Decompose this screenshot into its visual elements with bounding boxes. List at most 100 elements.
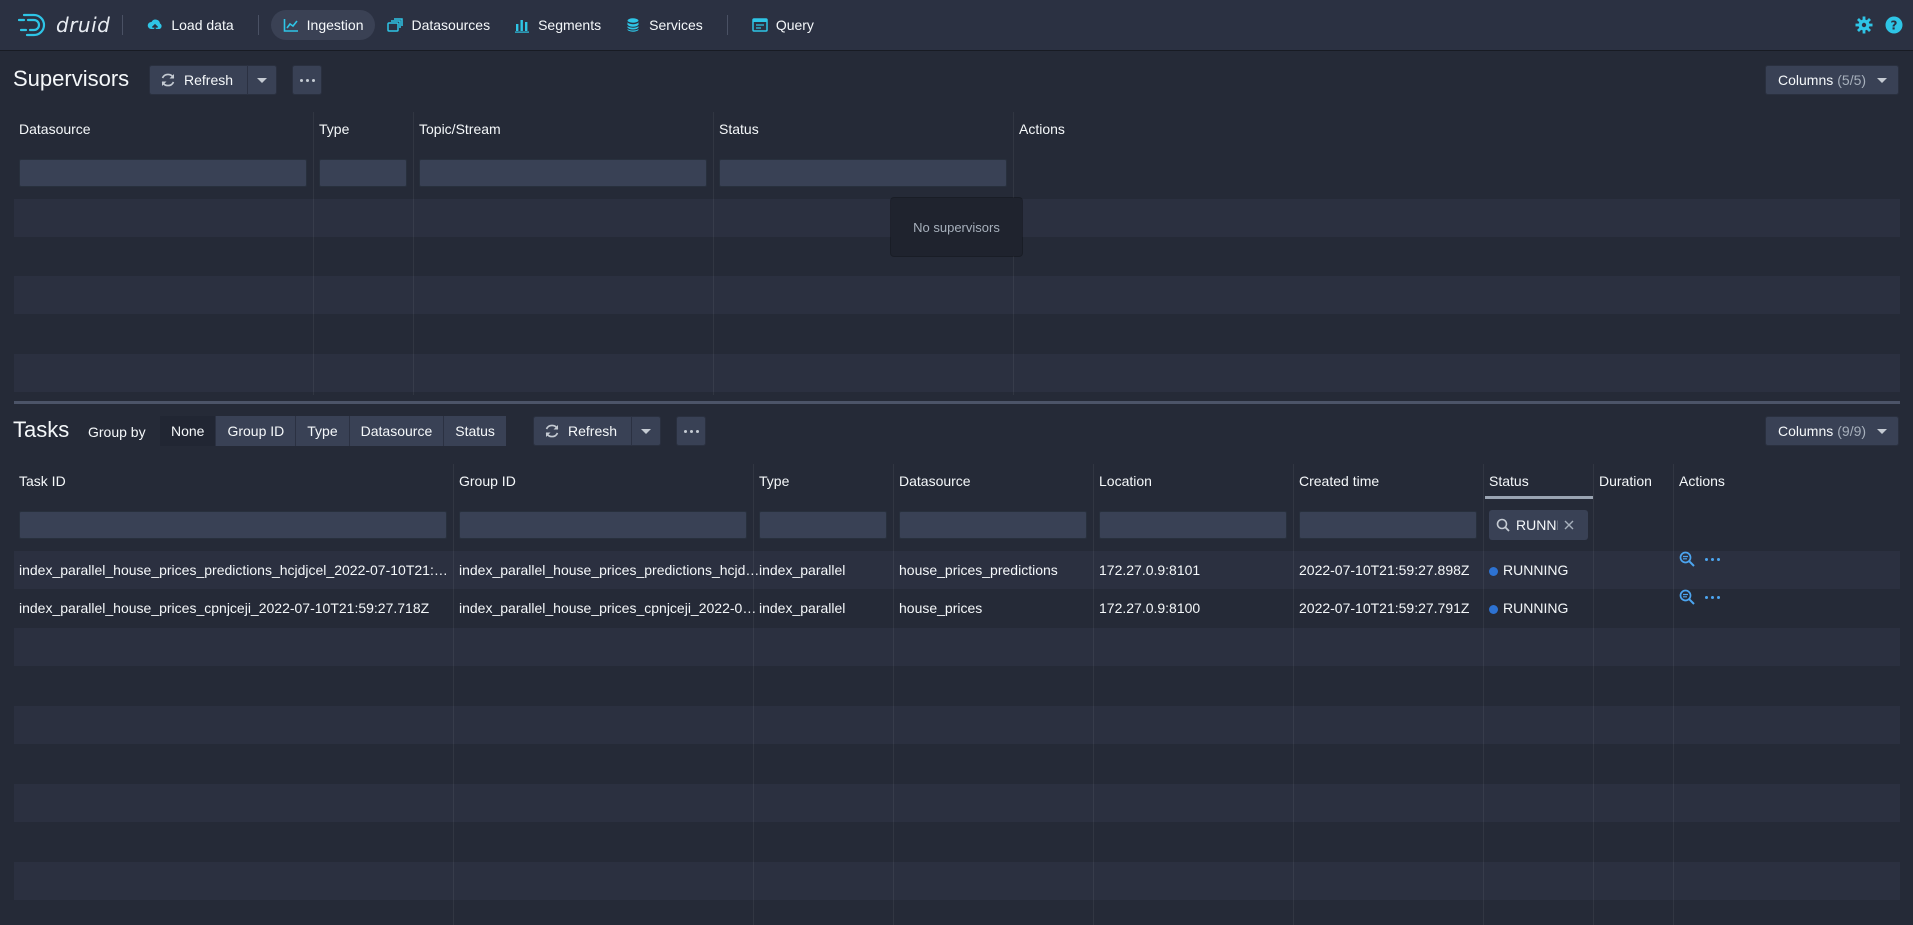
supervisors-refresh-dropdown[interactable] [248, 65, 275, 95]
created-time-cell: 2022-07-10T21:59:27.898Z [1299, 562, 1470, 578]
nav-right-tools: ? [1855, 0, 1903, 50]
search-template-icon[interactable] [1679, 551, 1695, 567]
filter-datasource-input[interactable] [19, 159, 307, 187]
nav-divider [257, 15, 259, 35]
tasks-columns-label: Columns [1778, 423, 1834, 439]
logo-text: druid [56, 13, 111, 37]
filter-location-input[interactable] [1099, 511, 1287, 539]
table-row[interactable]: index_parallel_house_prices_cpnjceji_202… [14, 589, 1900, 627]
tasks-columns-button[interactable]: Columns (9/9) [1765, 416, 1899, 446]
supervisors-more-button[interactable] [292, 65, 322, 95]
filter-created-time-input[interactable] [1299, 511, 1477, 539]
col-header-task-id[interactable]: Task ID [19, 473, 66, 489]
nav-ingestion[interactable]: Ingestion [270, 10, 376, 40]
nav-ingestion-label: Ingestion [306, 17, 364, 33]
caret-down-icon [1877, 428, 1888, 434]
multi-select-icon [387, 18, 404, 32]
group-by-datasource[interactable]: Datasource [348, 416, 444, 446]
nav-datasources[interactable]: Datasources [375, 10, 502, 40]
empty-row [14, 315, 1900, 353]
empty-row [14, 628, 1900, 666]
col-header-status[interactable]: Status [719, 121, 759, 137]
empty-row [14, 784, 1900, 822]
filter-topic-input[interactable] [419, 159, 707, 187]
nav-load-data-label: Load data [171, 17, 234, 33]
task-id-cell[interactable]: index_parallel_house_prices_cpnjceji_202… [19, 589, 449, 627]
filter-type-input[interactable] [319, 159, 407, 187]
section-splitter[interactable] [14, 401, 1900, 404]
group-by-label: Group by [88, 424, 146, 440]
table-row[interactable]: index_parallel_house_prices_predictions_… [14, 551, 1900, 589]
tasks-refresh-dropdown[interactable] [632, 416, 659, 446]
search-icon [1496, 518, 1510, 532]
tasks-refresh-button[interactable]: Refresh [533, 416, 631, 446]
caret-down-icon [256, 77, 267, 83]
filter-task-id-input[interactable] [19, 511, 447, 539]
more-icon [683, 429, 699, 433]
empty-row [14, 823, 1900, 861]
filter-group-id-input[interactable] [459, 511, 747, 539]
datasource-cell[interactable]: house_prices_predictions [899, 551, 1089, 589]
filter-type-input[interactable] [759, 511, 887, 539]
supervisors-refresh-button[interactable]: Refresh [149, 65, 247, 95]
more-actions-icon[interactable] [1705, 557, 1720, 561]
column-divider [1093, 464, 1094, 925]
supervisors-refresh-button-group: Refresh [149, 65, 277, 95]
filter-status-input[interactable]: RUNNING [1489, 510, 1588, 540]
filter-status-input[interactable] [719, 159, 1007, 187]
tasks-more-button[interactable] [676, 416, 706, 446]
nav-query[interactable]: Query [740, 10, 826, 40]
filter-datasource-input[interactable] [899, 511, 1087, 539]
more-actions-icon[interactable] [1705, 595, 1720, 599]
supervisors-columns-button[interactable]: Columns (5/5) [1765, 65, 1899, 95]
tasks-title: Tasks [13, 417, 70, 442]
refresh-icon [545, 424, 559, 438]
col-header-topic-stream[interactable]: Topic/Stream [419, 121, 501, 137]
druid-logo-icon [18, 13, 46, 37]
nav-segments[interactable]: Segments [502, 10, 613, 40]
column-divider [893, 464, 894, 925]
group-by-group-id[interactable]: Group ID [215, 416, 296, 446]
supervisors-refresh-label: Refresh [184, 72, 234, 88]
nav-services[interactable]: Services [613, 10, 715, 40]
col-header-created-time[interactable]: Created time [1299, 473, 1379, 489]
type-cell: index_parallel [759, 562, 846, 578]
task-id-cell[interactable]: index_parallel_house_prices_predictions_… [19, 551, 449, 589]
group-id-cell[interactable]: index_parallel_house_prices_cpnjceji_202… [459, 589, 761, 627]
col-header-type[interactable]: Type [319, 121, 349, 137]
col-header-duration[interactable]: Duration [1599, 473, 1652, 489]
group-by-type[interactable]: Type [295, 416, 349, 446]
col-header-group-id[interactable]: Group ID [459, 473, 516, 489]
help-icon[interactable]: ? [1885, 16, 1903, 34]
column-divider [453, 464, 454, 925]
col-header-datasource[interactable]: Datasource [899, 473, 971, 489]
bar-chart-icon [515, 20, 530, 33]
nav-load-data[interactable]: Load data [135, 10, 245, 40]
nav-divider [122, 15, 124, 35]
group-id-cell[interactable]: index_parallel_house_prices_predictions_… [459, 551, 761, 589]
status-text: RUNNING [1503, 600, 1569, 616]
nav-divider [726, 15, 728, 35]
clear-icon[interactable] [1564, 520, 1574, 530]
col-header-location[interactable]: Location [1099, 473, 1152, 489]
col-header-status[interactable]: Status [1489, 473, 1529, 489]
col-header-type[interactable]: Type [759, 473, 789, 489]
column-divider [1483, 464, 1484, 925]
col-header-actions: Actions [1679, 473, 1725, 489]
type-cell: index_parallel [759, 600, 846, 616]
nav-services-label: Services [649, 17, 703, 33]
status-cell: RUNNING [1489, 589, 1589, 627]
empty-row [14, 706, 1900, 744]
search-template-icon[interactable] [1679, 589, 1695, 605]
refresh-icon [161, 73, 175, 87]
gear-icon[interactable] [1855, 16, 1873, 34]
group-by-none[interactable]: None [160, 416, 216, 446]
col-header-datasource[interactable]: Datasource [19, 121, 91, 137]
tasks-refresh-button-group: Refresh [533, 416, 661, 446]
datasource-cell[interactable]: house_prices [899, 589, 1089, 627]
group-by-status[interactable]: Status [443, 416, 506, 446]
database-icon [627, 18, 640, 32]
druid-logo[interactable]: druid [18, 0, 110, 50]
empty-row [14, 354, 1900, 392]
empty-row [14, 745, 1900, 783]
